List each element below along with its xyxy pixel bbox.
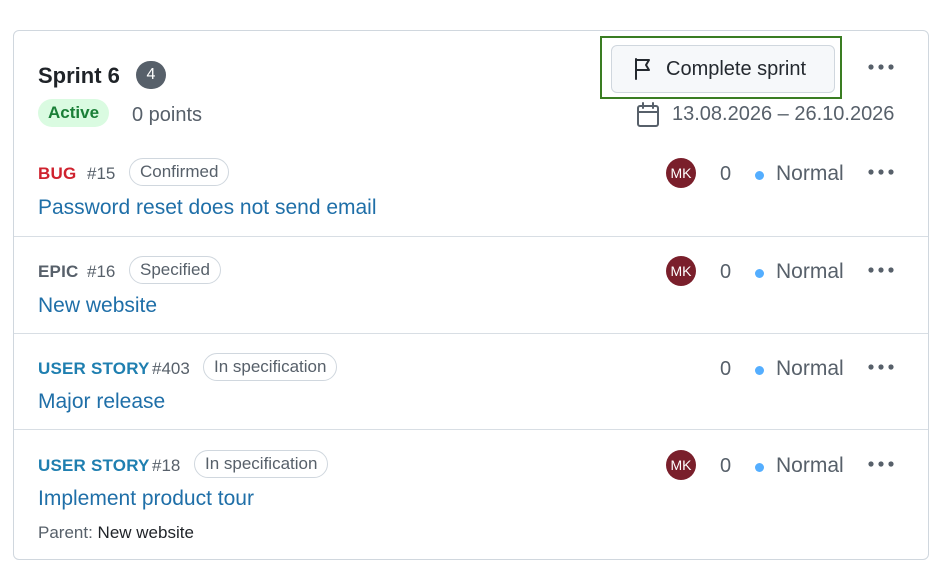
more-horizontal-icon: [868, 169, 894, 175]
item-number: #403: [152, 359, 190, 378]
item-estimate: 0: [720, 261, 732, 283]
more-horizontal-icon: [868, 267, 894, 273]
complete-sprint-button[interactable]: Complete sprint: [611, 45, 835, 93]
avatar[interactable]: MK: [666, 450, 696, 480]
item-title[interactable]: Implement product tour: [38, 487, 254, 511]
priority-dot-icon: [755, 463, 764, 472]
item-more-button[interactable]: [866, 452, 898, 476]
item-more-button[interactable]: [866, 160, 898, 184]
list-item: USER STORY #18 In specification Implemen…: [14, 429, 928, 559]
sprint-status-badge: Active: [38, 99, 110, 127]
sprint-points: 0 points: [132, 104, 203, 126]
more-horizontal-icon: [868, 461, 894, 467]
item-type: BUG: [38, 164, 77, 183]
parent-label: Parent:: [38, 523, 93, 542]
item-status-tag: In specification: [194, 450, 329, 478]
item-estimate: 0: [720, 455, 732, 477]
priority-dot-icon: [755, 366, 764, 375]
item-priority[interactable]: Normal: [776, 162, 844, 186]
item-more-button[interactable]: [866, 258, 898, 282]
item-status-tag: In specification: [203, 353, 338, 381]
list-item: EPIC #16 Specified New website MK 0 Norm…: [14, 236, 928, 333]
item-status-tag: Specified: [129, 256, 221, 284]
list-item: USER STORY #403 In specification Major r…: [14, 333, 928, 430]
item-number: #15: [87, 164, 116, 183]
item-title[interactable]: Password reset does not send email: [38, 196, 377, 220]
more-horizontal-icon: [868, 64, 894, 70]
item-estimate: 0: [720, 163, 732, 185]
item-estimate: 0: [720, 358, 732, 380]
item-number: #18: [152, 456, 181, 475]
item-number: #16: [87, 262, 116, 281]
sprint-more-button[interactable]: [866, 53, 898, 81]
parent-link[interactable]: Parent: New website: [38, 523, 194, 543]
sprint-title: Sprint 6: [38, 63, 120, 88]
sprint-card: Sprint 6 4 Active 0 points Complete spri…: [13, 30, 929, 560]
item-priority[interactable]: Normal: [776, 454, 844, 478]
item-status-tag: Confirmed: [129, 158, 230, 186]
avatar[interactable]: MK: [666, 256, 696, 286]
sprint-date-range: 13.08.2026 – 26.10.2026: [672, 103, 895, 125]
item-type: USER STORY: [38, 359, 150, 378]
flag-icon: [635, 58, 650, 80]
more-horizontal-icon: [868, 364, 894, 370]
item-priority[interactable]: Normal: [776, 260, 844, 284]
list-item: BUG #15 Confirmed Password reset does no…: [14, 140, 928, 237]
avatar[interactable]: MK: [666, 158, 696, 188]
parent-value[interactable]: New website: [98, 523, 194, 542]
item-more-button[interactable]: [866, 355, 898, 379]
item-type: EPIC: [38, 262, 79, 281]
item-count-badge: 4: [136, 61, 166, 89]
item-title[interactable]: New website: [38, 294, 157, 318]
item-type: USER STORY: [38, 456, 150, 475]
complete-sprint-label: Complete sprint: [666, 57, 807, 80]
item-title[interactable]: Major release: [38, 390, 165, 414]
priority-dot-icon: [755, 171, 764, 180]
calendar-icon: [637, 102, 659, 127]
item-priority[interactable]: Normal: [776, 357, 844, 381]
priority-dot-icon: [755, 269, 764, 278]
